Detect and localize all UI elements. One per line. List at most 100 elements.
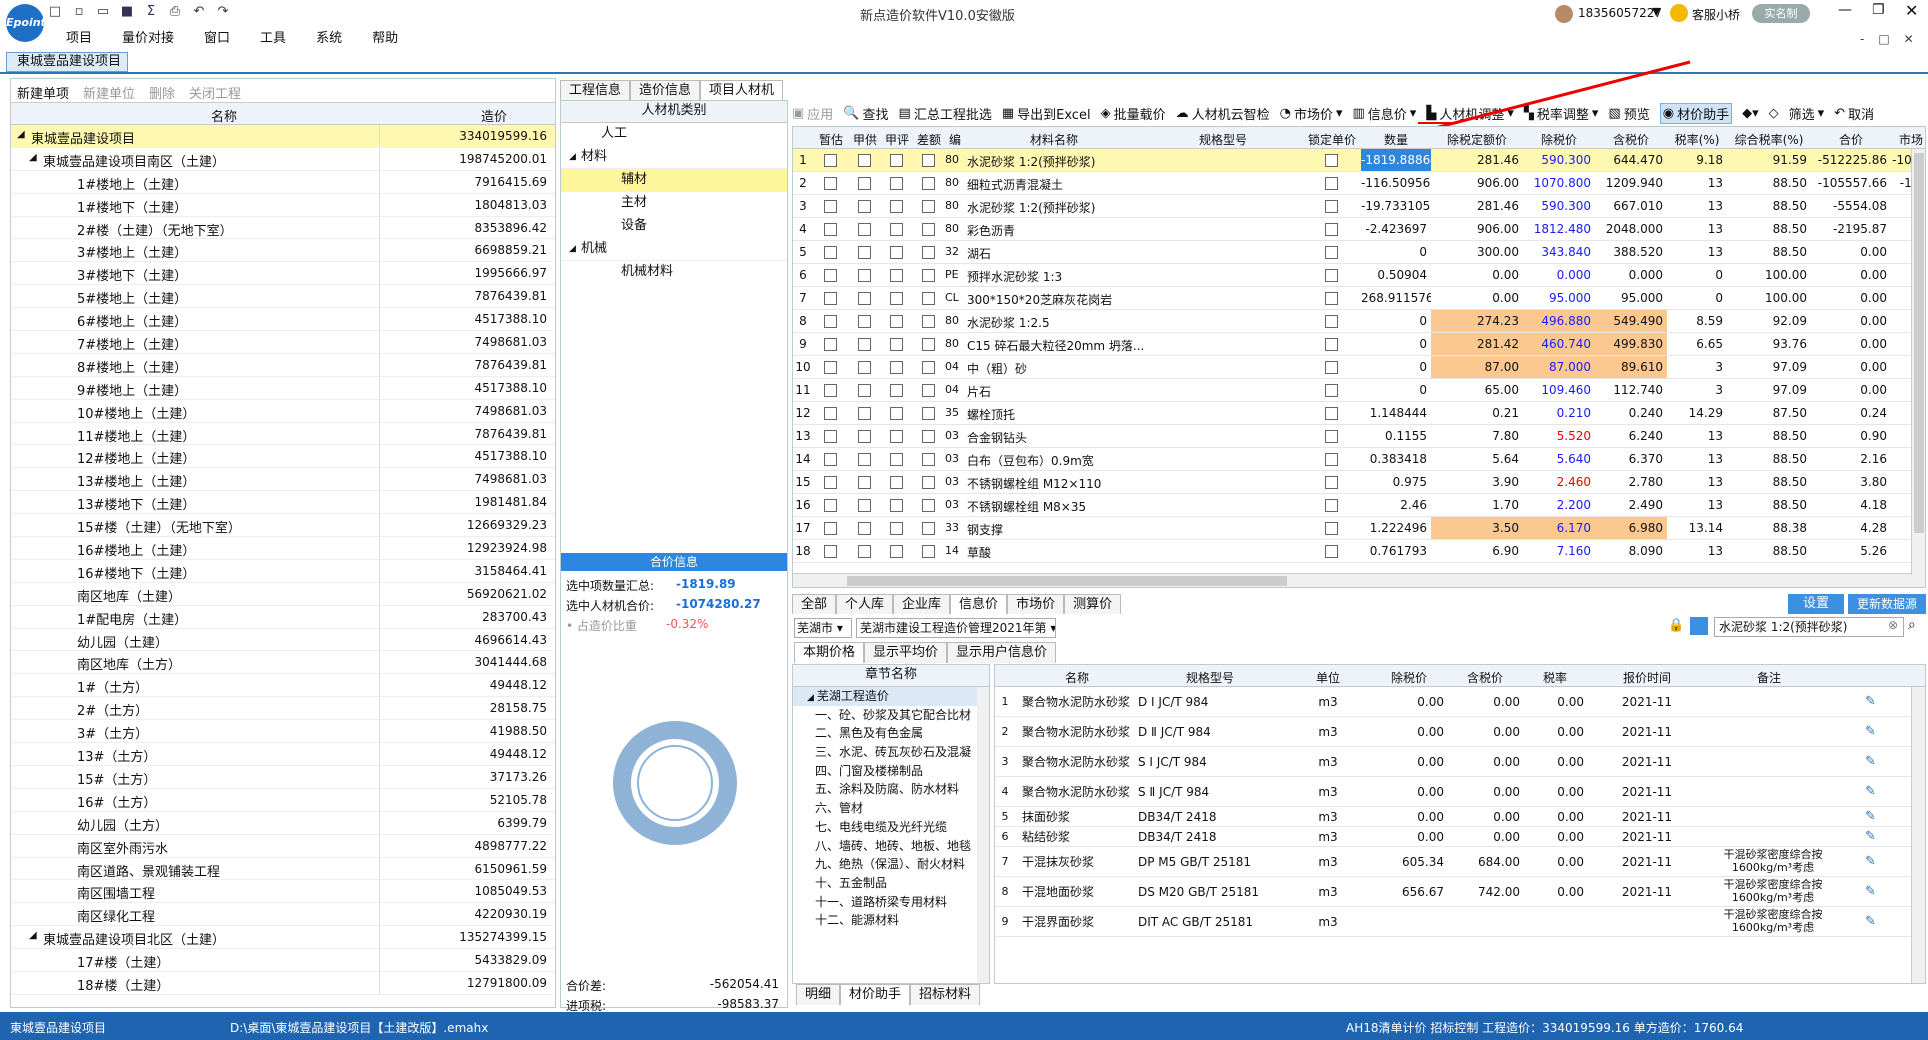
row-checkbox[interactable] [890, 223, 903, 236]
material-value-cell[interactable]: -1819.888644 [1361, 149, 1431, 171]
lock-price-checkbox[interactable] [1325, 269, 1338, 282]
row-checkbox[interactable] [824, 154, 837, 167]
service-icon[interactable] [1670, 4, 1688, 22]
row-checkbox[interactable] [858, 430, 871, 443]
material-value-cell[interactable]: -2.423697 [1361, 218, 1431, 240]
material-value-cell[interactable]: 0 [1361, 379, 1431, 401]
row-checkbox[interactable] [858, 522, 871, 535]
material-row[interactable]: 3 80 水泥砂浆 1:2(预拌砂浆) -19.733105 281.46 590.300… [793, 195, 1925, 218]
tab-project-info[interactable]: 工程信息 [560, 80, 631, 100]
expand-triangle-icon[interactable]: ◢ [807, 693, 814, 703]
row-checkbox[interactable] [858, 338, 871, 351]
material-value-cell[interactable]: 0.761793 [1361, 540, 1431, 562]
tree-row[interactable]: 3#楼地上（土建） 6698859.21 [11, 239, 555, 263]
price-row[interactable]: 6 粘结砂浆 DB34/T 2418 m3 0.00 0.00 0.00 2021-11 ✎ [995, 827, 1925, 847]
material-value-cell[interactable]: 0.50904 [1361, 264, 1431, 286]
undo-icon[interactable]: ↶ [190, 3, 208, 21]
grid-header-cell[interactable]: 含税价 [1595, 131, 1667, 148]
vertical-scrollbar[interactable] [1911, 149, 1925, 575]
tab-price-helper[interactable]: 材价助手 [840, 984, 911, 1005]
material-row[interactable]: 18 14 草酸 0.761793 6.90 7.160 8.090 13 88.50 5.26 [793, 540, 1925, 563]
hscroll-thumb[interactable] [847, 576, 1287, 586]
tree-row[interactable]: 16#楼地下（土建） 3158464.41 [11, 559, 555, 583]
material-value-cell[interactable]: 1.148444 [1361, 402, 1431, 424]
row-checkbox[interactable] [824, 522, 837, 535]
row-checkbox[interactable] [890, 292, 903, 305]
row-checkbox[interactable] [922, 522, 935, 535]
price-row[interactable]: 8 干混地面砂浆 DS M20 GB/T 25181 m3 656.67 742.00 0.… [995, 877, 1925, 907]
delete-button[interactable]: 删除 [149, 83, 175, 102]
tab-estimate-price[interactable]: 测算价 [1064, 594, 1122, 614]
lock-price-checkbox[interactable] [1325, 407, 1338, 420]
tree-row[interactable]: ◢ 東城壹品建设项目 334019599.16 [11, 125, 555, 148]
material-value-cell[interactable]: 1.222496 [1361, 517, 1431, 539]
grid-header-cell[interactable]: 差额 [913, 131, 945, 148]
row-checkbox[interactable] [890, 545, 903, 558]
avatar[interactable] [1555, 5, 1573, 23]
lock-price-checkbox[interactable] [1325, 499, 1338, 512]
material-row[interactable]: 2 80 细粒式沥青混凝土 -116.50956 906.00 1070.800 1209.… [793, 172, 1925, 195]
chapter-item[interactable]: 十二、能源材料 [793, 911, 989, 930]
row-checkbox[interactable] [890, 269, 903, 282]
lock-price-checkbox[interactable] [1325, 384, 1338, 397]
material-row[interactable]: 15 03 不锈钢螺栓组 M12×110 0.975 3.90 2.460 2.780 13 8… [793, 471, 1925, 494]
row-checkbox[interactable] [858, 315, 871, 328]
tab-market-price[interactable]: 市场价 [1007, 594, 1065, 614]
tree-row[interactable]: 3#（土方） 41988.50 [11, 720, 555, 744]
row-checkbox[interactable] [890, 200, 903, 213]
restore-icon[interactable]: ❐ [1872, 2, 1885, 18]
material-row[interactable]: 13 03 合金钢钻头 0.1155 7.80 5.520 6.240 13 88.50 0.90 [793, 425, 1925, 448]
grid-header-cell[interactable]: 规格型号 [1143, 131, 1303, 148]
material-value-cell[interactable]: 0.975 [1361, 471, 1431, 493]
period-select[interactable]: 芜湖市建设工程造价管理2021年第 ▾ [856, 618, 1056, 638]
row-checkbox[interactable] [858, 246, 871, 259]
tree-row[interactable]: 南区室外雨污水 4898777.22 [11, 834, 555, 858]
tree-row[interactable]: 12#楼地上（土建） 4517388.10 [11, 445, 555, 469]
chevron-down-icon[interactable]: ▼ [1652, 5, 1660, 18]
menu-help[interactable]: 帮助 [372, 28, 398, 50]
new-single-button[interactable]: 新建单项 [17, 83, 69, 102]
category-item[interactable]: ◢ 机械 [561, 238, 787, 261]
link-icon[interactable] [1690, 617, 1708, 635]
tab-current-price[interactable]: 本期价格 [794, 642, 865, 663]
price-header-cell[interactable]: 含税价 [1447, 669, 1523, 686]
grid-header-cell[interactable]: 材料名称 [965, 131, 1143, 148]
settings-button[interactable]: 设置 [1788, 594, 1844, 614]
tree-row[interactable]: 16#（土方） 52105.78 [11, 788, 555, 812]
tree-row[interactable]: 13#（土方） 49448.12 [11, 743, 555, 766]
chapter-item[interactable]: 三、水泥、砖瓦灰砂石及混凝 [793, 743, 989, 762]
find-button[interactable]: 🔍 查找 [843, 104, 888, 123]
lock-price-checkbox[interactable] [1325, 338, 1338, 351]
category-item[interactable]: 主材 [561, 192, 787, 215]
tab-bid-materials[interactable]: 招标材料 [910, 984, 981, 1005]
service-link[interactable]: 客服小桥 [1692, 6, 1740, 23]
row-checkbox[interactable] [922, 384, 935, 397]
tree-row[interactable]: 1#楼地下（土建） 1804813.03 [11, 193, 555, 217]
tree-row[interactable]: 8#楼地上（土建） 7876439.81 [11, 353, 555, 377]
lock-price-checkbox[interactable] [1325, 246, 1338, 259]
lock-icon[interactable]: 🔒 [1668, 618, 1684, 633]
row-checkbox[interactable] [824, 223, 837, 236]
row-checkbox[interactable] [824, 499, 837, 512]
feedback-edit-icon[interactable]: ✎ [1865, 807, 1876, 827]
price-row[interactable]: 4 聚合物水泥防水砂浆 S Ⅱ JC/T 984 m3 0.00 0.00 0.00 2021… [995, 777, 1925, 807]
export-excel-button[interactable]: ▦ 导出到Excel [1002, 104, 1091, 123]
tree-row[interactable]: 1#（土方） 49448.12 [11, 674, 555, 698]
row-checkbox[interactable] [922, 453, 935, 466]
row-checkbox[interactable] [858, 453, 871, 466]
lock-price-checkbox[interactable] [1325, 154, 1338, 167]
material-row[interactable]: 7 CL 300*150*20芝麻灰花岗岩 268.911576 0.00 95.000 9… [793, 287, 1925, 310]
row-checkbox[interactable] [858, 292, 871, 305]
vscroll-thumb[interactable] [1914, 153, 1924, 533]
lock-price-checkbox[interactable] [1325, 545, 1338, 558]
row-checkbox[interactable] [922, 315, 935, 328]
lock-price-checkbox[interactable] [1325, 200, 1338, 213]
tree-row[interactable]: 2#楼（土建）（无地下室） 8353896.42 [11, 216, 555, 240]
tree-row[interactable]: 南区道路、景观铺装工程 6150961.59 [11, 857, 555, 881]
expand-triangle-icon[interactable]: ◢ [29, 152, 37, 163]
row-checkbox[interactable] [858, 154, 871, 167]
category-item[interactable]: 设备 [561, 215, 787, 238]
row-checkbox[interactable] [890, 384, 903, 397]
grid-header-cell[interactable]: 编 [945, 131, 965, 148]
row-checkbox[interactable] [858, 476, 871, 489]
